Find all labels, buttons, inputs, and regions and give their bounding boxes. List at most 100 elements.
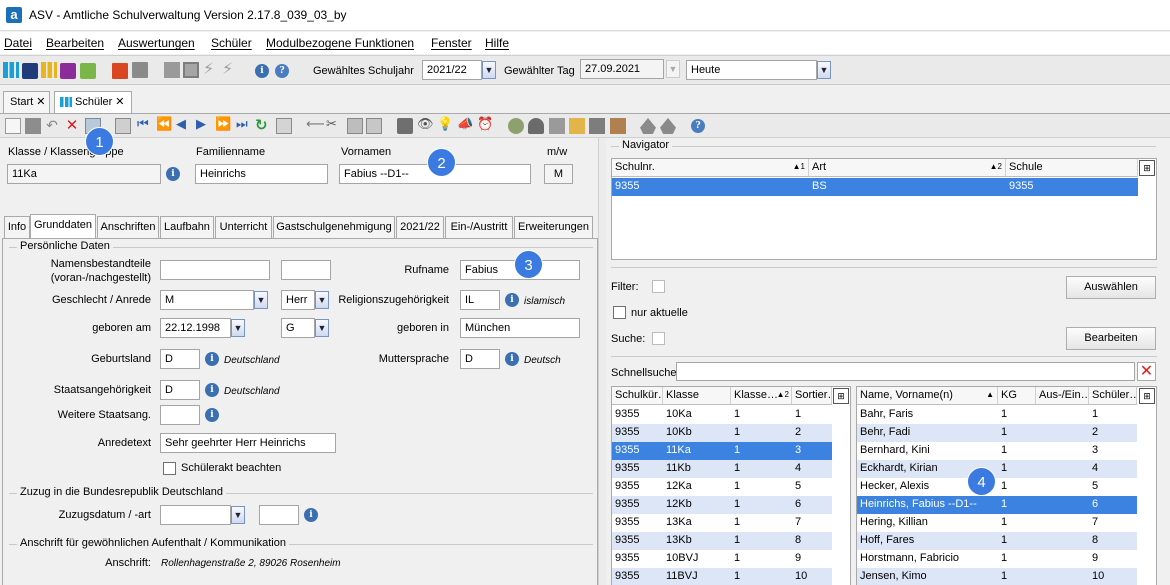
paste-icon[interactable]: [366, 118, 382, 134]
geboren-am-field[interactable]: 22.12.1998: [160, 318, 231, 338]
schnellsuche-input[interactable]: [676, 362, 1135, 381]
table-row[interactable]: 9355 10Ka 1 1: [612, 406, 832, 424]
geburtsdatum-art-dropdown-icon[interactable]: ▼: [315, 319, 329, 337]
id-card-icon[interactable]: [610, 118, 626, 134]
weitere-staat-field[interactable]: [160, 405, 200, 425]
tab-start[interactable]: Start ✕: [3, 91, 50, 113]
familienname-field[interactable]: Heinrichs: [195, 164, 328, 184]
folder-icon[interactable]: [569, 118, 585, 134]
book-icon[interactable]: [112, 63, 128, 79]
col-schulkuerzel[interactable]: Schulkür…: [612, 387, 663, 405]
cut-icon[interactable]: ✂: [326, 116, 342, 132]
bolt-icon-2[interactable]: ⚡: [222, 62, 238, 78]
tag-field[interactable]: 27.09.2021: [580, 59, 664, 79]
window-icon[interactable]: [183, 62, 199, 78]
table-row[interactable]: 9355 13Kb 1 8: [612, 532, 832, 550]
students-icon[interactable]: [3, 62, 19, 78]
info-icon[interactable]: i: [205, 408, 219, 422]
chat-icon[interactable]: [80, 63, 96, 79]
new-record-icon[interactable]: [5, 118, 21, 134]
globe-icon[interactable]: [508, 118, 524, 134]
tab-schuljahr[interactable]: 2021/22: [396, 216, 444, 238]
house-icon-2[interactable]: [660, 118, 676, 134]
table-row[interactable]: Bahr, Faris 1 1: [857, 406, 1137, 424]
grid-icon[interactable]: [549, 118, 565, 134]
tab-info[interactable]: Info: [4, 216, 30, 238]
zuzugsart-field[interactable]: [259, 505, 299, 525]
menu-schueler[interactable]: Schüler: [211, 36, 252, 50]
info-icon[interactable]: i: [505, 293, 519, 307]
geschlecht-field[interactable]: M: [160, 290, 254, 310]
preview-icon[interactable]: 👁: [417, 116, 434, 132]
bearbeiten-button[interactable]: Bearbeiten: [1066, 327, 1156, 350]
info-icon[interactable]: i: [205, 352, 219, 366]
namensbestandteil-voran-field[interactable]: [160, 260, 270, 280]
schuljahr-select[interactable]: 2021/22: [422, 60, 482, 80]
column-chooser-icon[interactable]: ⊞: [1139, 388, 1155, 404]
geschlecht-dropdown-icon[interactable]: ▼: [254, 291, 268, 309]
table-row[interactable]: 9355 10Kb 1 2: [612, 424, 832, 442]
refresh-icon[interactable]: ↻: [255, 116, 271, 134]
tab-erweiterungen[interactable]: Erweiterungen: [514, 216, 593, 238]
info-icon[interactable]: i: [304, 508, 318, 522]
close-icon[interactable]: ✕: [36, 96, 45, 108]
col-klasse[interactable]: Klasse: [663, 387, 731, 405]
info-icon[interactable]: i: [205, 383, 219, 397]
tag-dropdown-icon[interactable]: ▼: [666, 60, 680, 78]
filter-checkbox[interactable]: [652, 280, 665, 293]
menu-modulbezogene-funktionen[interactable]: Modulbezogene Funktionen: [266, 36, 414, 50]
fast-back-icon[interactable]: ⏪: [156, 116, 172, 132]
anredetext-field[interactable]: Sehr geehrter Herr Heinrichs: [160, 433, 336, 453]
namensbestandteil-nach-field[interactable]: [281, 260, 331, 280]
tab-gastschulgenehmigung[interactable]: Gastschulgenehmigung: [273, 216, 395, 238]
col-kg[interactable]: KG: [998, 387, 1036, 405]
nur-aktuelle-checkbox[interactable]: [613, 306, 626, 319]
religion-field[interactable]: IL: [460, 290, 500, 310]
info-icon[interactable]: i: [505, 352, 519, 366]
col-klassenart[interactable]: Klasse… ▲2: [731, 387, 792, 405]
bolt-icon[interactable]: ⚡: [203, 62, 219, 78]
muttersprache-field[interactable]: D: [460, 349, 500, 369]
tab-grunddaten[interactable]: Grunddaten: [30, 214, 96, 239]
table-icon[interactable]: [276, 118, 292, 134]
next-icon[interactable]: ▶: [196, 116, 212, 132]
idea-icon[interactable]: 💡: [437, 116, 453, 132]
table-row[interactable]: 9355 11Kb 1 4: [612, 460, 832, 478]
column-chooser-icon[interactable]: ⊞: [1139, 160, 1155, 176]
table-row[interactable]: Jensen, Kimo 1 10: [857, 568, 1137, 585]
tab-ein-austritt[interactable]: Ein-/Austritt: [445, 216, 513, 238]
col-schule[interactable]: Schule: [1006, 159, 1138, 177]
first-record-icon[interactable]: ⏮: [137, 116, 153, 132]
geburtsland-field[interactable]: D: [160, 349, 200, 369]
splitter[interactable]: [598, 138, 606, 585]
table-row[interactable]: Hering, Killian 1 7: [857, 514, 1137, 532]
monitor-icon[interactable]: [589, 118, 605, 134]
klasse-field[interactable]: 11Ka: [7, 164, 161, 184]
table-row[interactable]: 9355 13Ka 1 7: [612, 514, 832, 532]
col-aus-ein[interactable]: Aus-/Ein…: [1036, 387, 1089, 405]
table-row[interactable]: 9355 12Ka 1 5: [612, 478, 832, 496]
table-row[interactable]: Behr, Fadi 1 2: [857, 424, 1137, 442]
save-icon[interactable]: [25, 118, 41, 134]
table-row[interactable]: Hecker, Alexis 1 5: [857, 478, 1137, 496]
info-icon[interactable]: i: [166, 167, 180, 181]
column-chooser-icon[interactable]: ⊞: [833, 388, 849, 404]
schuelerakt-checkbox[interactable]: [163, 462, 176, 475]
delete-icon[interactable]: ✕: [64, 116, 80, 134]
calculator-icon[interactable]: [132, 62, 148, 78]
col-art[interactable]: Art ▲2: [809, 159, 1006, 177]
tab-schueler[interactable]: Schüler ✕: [54, 91, 132, 113]
staff-icon[interactable]: [41, 62, 57, 78]
schuljahr-dropdown-icon[interactable]: ▼: [482, 61, 496, 79]
table-row[interactable]: Eckhardt, Kirian 1 4: [857, 460, 1137, 478]
info-icon[interactable]: i: [255, 64, 269, 78]
heute-dropdown-icon[interactable]: ▼: [817, 61, 831, 79]
message-icon[interactable]: [60, 63, 76, 79]
col-name[interactable]: Name, Vorname(n) ▲: [857, 387, 998, 405]
zuzugsdatum-dropdown-icon[interactable]: ▼: [231, 506, 245, 524]
last-record-icon[interactable]: ⏭: [236, 116, 252, 132]
menu-hilfe[interactable]: Hilfe: [485, 36, 509, 50]
col-schulnr[interactable]: Schulnr. ▲1: [612, 159, 809, 177]
print-icon[interactable]: [397, 118, 413, 134]
tab-anschriften[interactable]: Anschriften: [97, 216, 159, 238]
